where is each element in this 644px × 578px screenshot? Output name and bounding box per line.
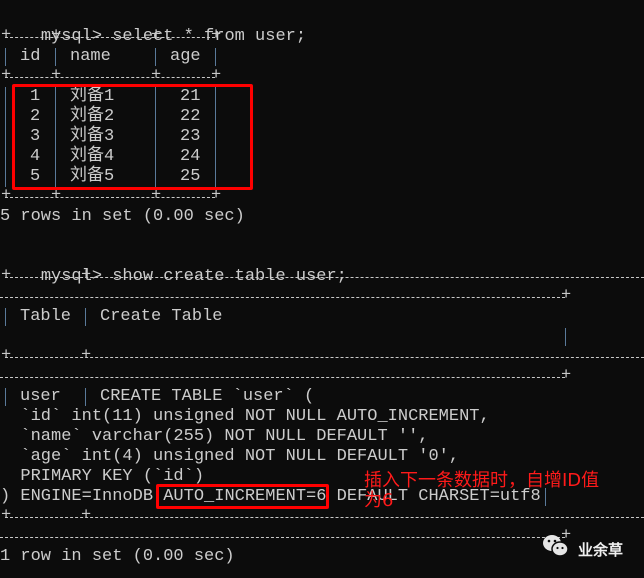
column-header-table: Table bbox=[20, 307, 72, 326]
watermark-text: 业余草 bbox=[578, 540, 624, 559]
command-line-2: mysql> show create table user; bbox=[0, 247, 347, 286]
column-header-age: age bbox=[170, 47, 201, 66]
wechat-icon bbox=[542, 534, 570, 564]
column-header-name: name bbox=[70, 47, 111, 66]
create-line: `age` int(4) unsigned NOT NULL DEFAULT '… bbox=[0, 447, 460, 466]
annotation-text-line-1: 插入下一条数据时，自增ID值 bbox=[364, 470, 600, 491]
create-line: `id` int(11) unsigned NOT NULL AUTO_INCR… bbox=[0, 407, 490, 426]
mysql-terminal[interactable]: mysql> select * from user; + + + + id na… bbox=[0, 0, 644, 578]
create-line: CREATE TABLE `user` ( bbox=[100, 387, 315, 406]
highlight-box-rows bbox=[12, 84, 253, 190]
highlight-box-auto-increment bbox=[156, 484, 329, 509]
result-line-2: 1 row in set (0.00 sec) bbox=[0, 547, 235, 566]
table-name-cell: user bbox=[20, 387, 61, 406]
command-line-1: mysql> select * from user; bbox=[0, 7, 306, 46]
column-header-create-table: Create Table bbox=[100, 307, 223, 326]
result-line-1: 5 rows in set (0.00 sec) bbox=[0, 207, 245, 226]
column-header-id: id bbox=[20, 47, 41, 66]
annotation-text-line-2: 为6 bbox=[364, 490, 394, 511]
create-line: `name` varchar(255) NOT NULL DEFAULT '', bbox=[0, 427, 429, 446]
watermark: 业余草 bbox=[542, 534, 623, 564]
